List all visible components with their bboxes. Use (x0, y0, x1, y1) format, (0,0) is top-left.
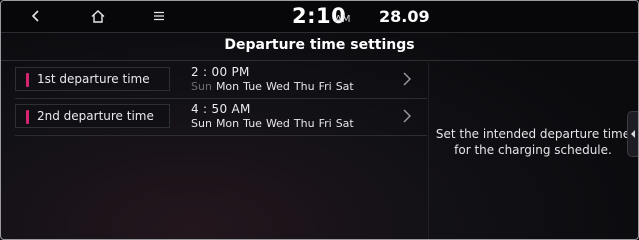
departure-row-1[interactable]: 1st departure time 2 : 00 PM Sun Mon Tue We… (15, 62, 427, 99)
day-thu: Thu (293, 117, 315, 130)
side-panel-handle[interactable] (627, 111, 638, 157)
day-sat: Sat (335, 80, 354, 93)
accent-bar (26, 110, 29, 124)
menu-button[interactable] (147, 5, 171, 27)
chevron-right-icon (403, 109, 411, 123)
page-title: Departure time settings (224, 37, 415, 53)
departure-label: 1st departure time (37, 72, 150, 86)
departure-label-box: 1st departure time (15, 67, 170, 91)
day-sun: Sun (191, 117, 212, 130)
departure-time: 4 : 50 AM (191, 102, 251, 116)
title-divider (1, 60, 638, 61)
day-wed: Wed (265, 117, 290, 130)
chevron-left-icon (631, 130, 635, 138)
day-wed: Wed (265, 80, 290, 93)
day-fri: Fri (318, 80, 332, 93)
day-tue: Tue (243, 117, 262, 130)
chevron-right-icon (403, 72, 411, 86)
home-button[interactable] (86, 5, 110, 27)
departure-label-box: 2nd departure time (15, 104, 170, 128)
departure-days: Sun Mon Tue Wed Thu Fri Sat (191, 117, 358, 130)
departure-label: 2nd departure time (37, 109, 154, 123)
screen-frame: 2:10 AM 28.09 Departure time settings 1s… (0, 0, 639, 240)
departure-time: 2 : 00 PM (191, 65, 250, 79)
day-fri: Fri (318, 117, 332, 130)
accent-bar (26, 73, 29, 87)
temperature-readout: 28.09 (379, 7, 430, 26)
day-thu: Thu (293, 80, 315, 93)
status-bar: 2:10 AM 28.09 (1, 1, 638, 33)
day-tue: Tue (243, 80, 262, 93)
day-mon: Mon (215, 80, 240, 93)
departure-row-2[interactable]: 2nd departure time 4 : 50 AM Sun Mon Tue We… (15, 99, 427, 136)
back-arrow-icon (31, 10, 39, 22)
info-text: Set the intended departure time for the … (435, 127, 631, 157)
home-icon (91, 9, 105, 23)
menu-icon (154, 11, 164, 21)
departure-list: 1st departure time 2 : 00 PM Sun Mon Tue We… (15, 62, 427, 136)
day-sun: Sun (191, 80, 212, 93)
back-button[interactable] (24, 5, 48, 27)
clock-ampm: AM (335, 14, 351, 25)
day-mon: Mon (215, 117, 240, 130)
departure-days: Sun Mon Tue Wed Thu Fri Sat (191, 80, 358, 93)
day-sat: Sat (335, 117, 354, 130)
panel-divider (428, 62, 429, 239)
